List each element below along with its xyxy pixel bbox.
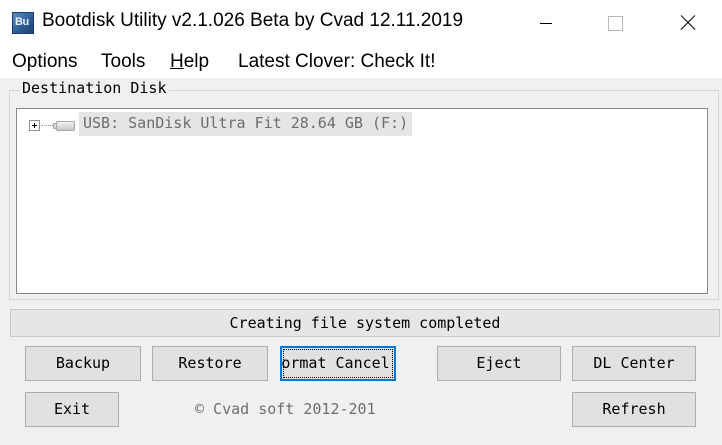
- format-cancel-button[interactable]: Format Cancel: [280, 346, 396, 381]
- menu-help-rest: elp: [183, 51, 210, 72]
- usb-drive-icon: [53, 119, 75, 132]
- menu-options[interactable]: Options: [12, 51, 77, 73]
- disk-label[interactable]: USB: SanDisk Ultra Fit 28.64 GB (F:): [79, 112, 413, 136]
- destination-disk-label: Destination Disk: [20, 79, 169, 97]
- disk-tree-node[interactable]: USB: SanDisk Ultra Fit 28.64 GB (F:): [29, 112, 413, 136]
- menu-help-accelerator: H: [170, 51, 184, 72]
- app-icon: Bu: [12, 12, 34, 34]
- app-icon-label: Bu: [15, 16, 29, 28]
- menu-latest-clover[interactable]: Latest Clover: Check It!: [238, 51, 435, 73]
- close-button[interactable]: [658, 0, 716, 46]
- focus-rectangle: [283, 349, 393, 378]
- minimize-button[interactable]: [518, 0, 576, 46]
- copyright-text: © Cvad soft 2012-201: [195, 400, 376, 418]
- backup-button[interactable]: Backup: [25, 346, 141, 381]
- status-text: Creating file system completed: [229, 314, 501, 332]
- eject-button[interactable]: Eject: [437, 346, 561, 381]
- dl-center-button[interactable]: DL Center: [572, 346, 696, 381]
- title-bar[interactable]: Bu Bootdisk Utility v2.1.026 Beta by Cva…: [0, 0, 722, 46]
- menu-bar: Options Tools Help Latest Clover: Check …: [0, 46, 722, 78]
- exit-button[interactable]: Exit: [25, 392, 119, 427]
- refresh-button[interactable]: Refresh: [572, 392, 696, 427]
- disk-tree-view[interactable]: USB: SanDisk Ultra Fit 28.64 GB (F:): [16, 108, 708, 294]
- restore-button[interactable]: Restore: [152, 346, 268, 381]
- expand-plus-icon[interactable]: [29, 120, 40, 131]
- menu-help[interactable]: Help: [170, 51, 209, 73]
- maximize-button: [586, 0, 644, 46]
- window-title: Bootdisk Utility v2.1.026 Beta by Cvad 1…: [42, 10, 464, 31]
- app-window: Bu Bootdisk Utility v2.1.026 Beta by Cva…: [0, 0, 722, 445]
- menu-tools[interactable]: Tools: [101, 51, 145, 73]
- status-bar: Creating file system completed: [10, 309, 720, 337]
